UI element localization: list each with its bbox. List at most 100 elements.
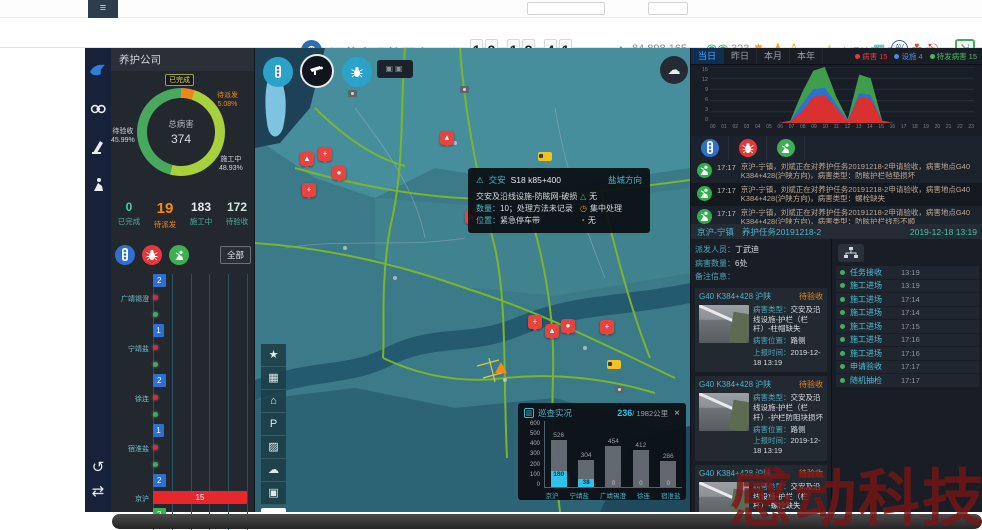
y-tick: 300: [522, 451, 540, 457]
popup-close-icon[interactable]: ×: [674, 408, 680, 419]
camera-marker[interactable]: [615, 386, 624, 393]
timeline-time: 17:16: [901, 349, 920, 358]
card-field: 病害类型：交安及沿线设施-护栏（栏杆）-护栏防阻块损坏: [753, 393, 823, 422]
field-label: 病害位置：: [753, 336, 791, 345]
layer-toggle[interactable]: ▣▣: [377, 60, 413, 78]
y-tick: 6: [695, 97, 708, 103]
tab-1[interactable]: 昨日: [724, 48, 757, 64]
timeline-label: 申请验收: [850, 361, 882, 372]
disease-photo[interactable]: [699, 305, 749, 343]
facility-tool-icon[interactable]: ⌂: [261, 390, 286, 413]
gantry-tool-icon[interactable]: ▦: [261, 367, 286, 390]
disease-card[interactable]: G40 K384+428 沪陕待验收病害类型：交安及沿线设施-护栏（栏杆）-护栏…: [695, 376, 827, 461]
tab-3[interactable]: 本年: [790, 48, 823, 64]
event-row[interactable]: 17:17京沪-宁镇，刘斌正在对养护任务20191218-2申请验收，病害地点G…: [691, 206, 982, 225]
camera-marker[interactable]: [348, 90, 357, 97]
timeline-row[interactable]: 任务接收13:19: [836, 266, 979, 279]
map-menu-button[interactable]: ≡: [261, 508, 286, 512]
timeline-row[interactable]: 施工进场17:15: [836, 320, 979, 333]
tooltip-category: 交安: [489, 174, 506, 186]
tooltip-direction: 盐城方向: [608, 174, 642, 186]
damage-marker-pin[interactable]: ▲: [300, 152, 314, 166]
event-row[interactable]: 17:17京沪-宁镇，刘斌正在对养护任务20191218-2申请验收，病害地点G…: [691, 183, 982, 206]
disease-photo[interactable]: [699, 482, 749, 512]
patrolled-bar: 180: [551, 471, 567, 487]
timeline-row[interactable]: 施工进场17:14: [836, 307, 979, 320]
tab-0[interactable]: 当日: [691, 48, 724, 64]
maintenance-truck-marker[interactable]: [607, 360, 621, 369]
patrol-value: 236: [617, 408, 632, 418]
map-toolbar: ★ ▦ ⌂ P ▨ ☁ ▣ ≡: [261, 344, 287, 512]
facility-filter-button[interactable]: [115, 245, 135, 265]
tab-2[interactable]: 本月: [757, 48, 790, 64]
donut-label-done: 已完成: [165, 74, 194, 86]
event-row[interactable]: 17:17京沪-宁镇，刘斌正在对养护任务20191218-2申请验收，病害地点G…: [691, 160, 982, 183]
damage-marker-pin[interactable]: ●: [561, 319, 575, 333]
disease-filter-button[interactable]: [142, 245, 162, 265]
nav-sign-icon[interactable]: [85, 132, 111, 162]
maintenance-truck-marker[interactable]: [538, 152, 552, 161]
damage-marker-pin[interactable]: ▲: [440, 131, 454, 145]
all-button[interactable]: 全部: [220, 246, 251, 264]
hamburger-menu-button[interactable]: ≡: [88, 0, 118, 18]
damage-marker-pin[interactable]: ●: [332, 166, 346, 180]
weather-button[interactable]: ☁: [660, 56, 688, 84]
timeline-row[interactable]: 随机抽检17:17: [836, 374, 979, 387]
donut-label-accept: 待验收45.99%: [111, 128, 135, 146]
stat-value: 19: [147, 200, 183, 217]
switch-view-icon[interactable]: ⇄: [85, 480, 111, 504]
timeline-row[interactable]: 申请验收17:17: [836, 361, 979, 374]
parking-tool-icon[interactable]: P: [261, 413, 286, 436]
background-input-2[interactable]: [648, 2, 688, 15]
disease-card[interactable]: G40 K384+428 沪陕待验收病害类型：交安及沿线设施-护栏（栏杆）-柱帽…: [695, 288, 827, 373]
task-detail-header[interactable]: 京沪-宁镇 养护任务20191218-2 2019-12-18 13:19: [691, 224, 982, 239]
background-input[interactable]: [527, 2, 605, 15]
company-group: 广靖锡澄2: [113, 274, 253, 324]
task-route: 京沪-宁镇: [697, 226, 734, 238]
disease-layer-button[interactable]: [342, 57, 372, 87]
timeline-row[interactable]: 施工进场17:14: [836, 293, 979, 306]
timeline-row[interactable]: 施工进场17:16: [836, 347, 979, 360]
patrol-x-axis: 京沪宁靖盐广靖锡澄徐连宿淮盐: [540, 490, 686, 500]
map-canvas[interactable]: ▣▣ ☁ ★ ▦ ⌂ P ▨ ☁ ▣ ≡ ▲+●+▲▲+▲●+ ⚠ 交安 S18…: [255, 48, 690, 512]
timeline-row[interactable]: 施工进场17:16: [836, 334, 979, 347]
disease-card[interactable]: G40 K384+428 沪陕待验收病害类型：交安及沿线设施-护栏（栏杆）-螺栓…: [695, 465, 827, 512]
image-tool-icon[interactable]: ▣: [261, 482, 286, 505]
service-area-tool-icon[interactable]: ▨: [261, 436, 286, 459]
timeline-time: 17:14: [901, 295, 920, 304]
facility-events-button[interactable]: [701, 139, 719, 157]
undo-icon[interactable]: ↺: [85, 456, 111, 480]
favorites-tool-icon[interactable]: ★: [261, 344, 286, 367]
damage-marker-pin[interactable]: +: [302, 183, 316, 197]
patrol-popup-title: 巡查实况: [538, 407, 572, 419]
worker-events-button[interactable]: [777, 139, 795, 157]
damage-marker-pin[interactable]: +: [528, 315, 542, 329]
x-tick: 21: [946, 124, 952, 130]
patrol-bar: 4540: [605, 421, 621, 487]
flow-chart-icon[interactable]: [838, 244, 864, 262]
camera-marker[interactable]: [460, 86, 469, 93]
patrol-bar: 30438: [578, 421, 594, 487]
nav-maintenance-icon[interactable]: [85, 56, 111, 86]
construction-cone-marker[interactable]: [495, 362, 507, 373]
weather-tool-icon[interactable]: ☁: [261, 459, 286, 482]
timeline-time: 17:17: [901, 376, 920, 385]
timeline-row[interactable]: 施工进场13:19: [836, 280, 979, 293]
timeline-dot: [840, 324, 845, 329]
company-group: 宁靖盐1: [113, 324, 253, 374]
disease-photo[interactable]: [699, 393, 749, 431]
nav-worker-icon[interactable]: [85, 170, 111, 200]
camera-layer-button[interactable]: [300, 54, 334, 88]
damage-marker-pin[interactable]: ▲: [545, 324, 559, 338]
traffic-light-layer-button[interactable]: [263, 57, 293, 87]
total-label: 304: [571, 452, 601, 459]
background-taskbar[interactable]: [112, 514, 982, 529]
nav-inspection-icon[interactable]: [85, 94, 111, 124]
card-title: G40 K384+428 沪陕: [699, 291, 771, 302]
damage-marker-pin[interactable]: +: [600, 320, 614, 334]
maintenance-panel: 养护公司 总病害 374 已完成 待派发5.08% 施工中48.93% 待验收4…: [111, 48, 255, 512]
disease-events-button[interactable]: [739, 139, 757, 157]
worker-filter-button[interactable]: [169, 245, 189, 265]
damage-marker-pin[interactable]: +: [318, 147, 332, 161]
x-tick: 16: [890, 124, 896, 130]
